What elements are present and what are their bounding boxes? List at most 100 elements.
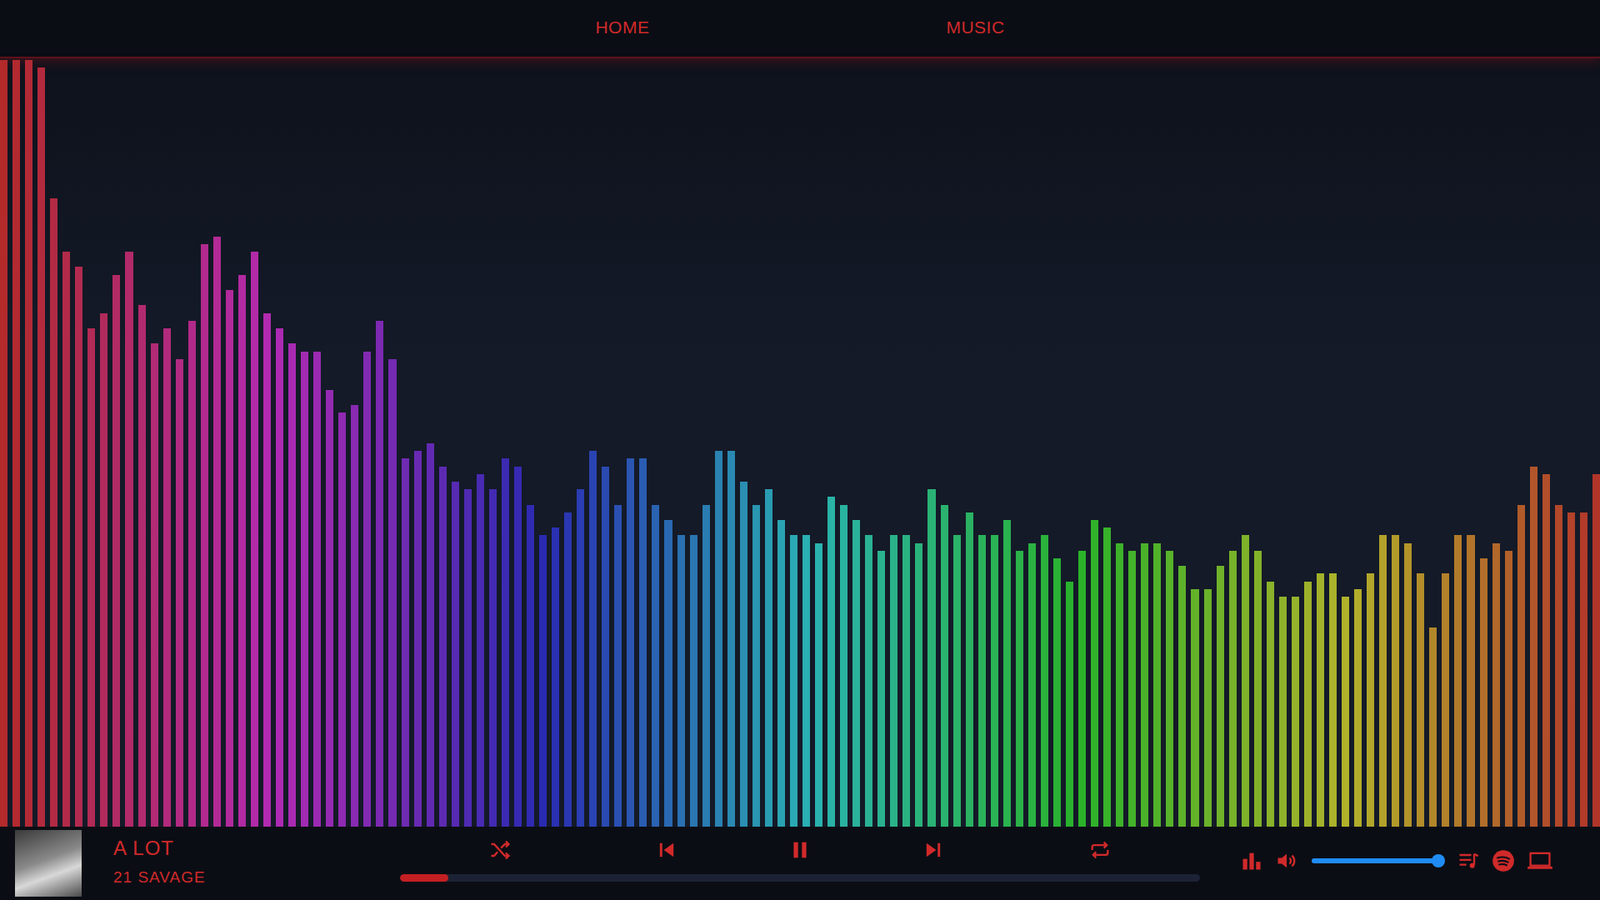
visualizer-bar (539, 535, 547, 827)
visualizer-bar (1454, 535, 1462, 827)
visualizer-bar (426, 443, 435, 827)
previous-icon[interactable] (655, 838, 679, 862)
visualizer-bar (1128, 550, 1136, 827)
visualizer-bar (752, 505, 760, 827)
visualizer-bar (1580, 512, 1588, 827)
player-extras (1200, 826, 1600, 900)
visualizer-bar (1279, 596, 1287, 827)
visualizer-bar (576, 489, 585, 827)
visualizer-bar (200, 244, 209, 827)
visualizer-bar (476, 474, 485, 827)
visualizer-bar (765, 489, 773, 827)
pause-icon[interactable] (788, 838, 812, 862)
visualizer-bar (1555, 505, 1563, 827)
spotify-icon[interactable] (1491, 849, 1515, 873)
visualizer-bar (990, 535, 999, 827)
visualizer-bar (1078, 550, 1086, 827)
visualizer-bar (125, 251, 133, 827)
progress-bar[interactable] (400, 874, 1200, 882)
visualizer-bar (1015, 550, 1024, 827)
visualizer-bar (1391, 535, 1400, 827)
visualizer-bar (1065, 581, 1074, 827)
visualizer-bar (1178, 565, 1186, 827)
queue-icon[interactable] (1456, 849, 1480, 873)
shuffle-icon[interactable] (488, 838, 512, 862)
visualizer-bar (1492, 543, 1500, 827)
visualizer-bar (965, 512, 974, 827)
visualizer-bar (213, 236, 221, 827)
visualizer-bar (1254, 550, 1262, 827)
visualizer-bar (338, 412, 346, 827)
visualizer-bar (300, 351, 309, 827)
visualizer-bar (927, 489, 935, 827)
visualizer-bar (1090, 520, 1099, 827)
visualizer-bar (464, 489, 472, 827)
visualizer-bar (1466, 535, 1475, 827)
visualizer-bar (1441, 573, 1450, 827)
progress-fill (400, 874, 449, 882)
track-title[interactable]: A LOT (113, 836, 206, 860)
visualizer-bar (815, 543, 823, 827)
visualizer-bar (1190, 589, 1199, 827)
visualizer-bar (1366, 573, 1375, 827)
visualizer (0, 58, 1600, 827)
visualizer-bar (1354, 589, 1362, 827)
visualizer-bar (601, 466, 610, 827)
visualizer-bar (12, 60, 20, 827)
album-art[interactable] (15, 830, 82, 897)
visualizer-bar (902, 535, 910, 827)
visualizer-bar (777, 520, 785, 827)
visualizer-bar (677, 535, 685, 827)
visualizer-bar (664, 520, 672, 827)
visualizer-bar (1329, 573, 1337, 827)
visualizer-bar (0, 60, 8, 827)
volume-slider[interactable] (1311, 858, 1439, 864)
visualizer-bar (1517, 505, 1525, 827)
track-artist[interactable]: 21 SAVAGE (113, 868, 206, 887)
device-icon[interactable] (1526, 849, 1554, 873)
visualizer-bar (852, 520, 860, 827)
visualizer-bar (325, 390, 334, 827)
visualizer-bar (1304, 581, 1312, 827)
repeat-icon[interactable] (1088, 838, 1112, 862)
visualizer-bar (651, 505, 660, 827)
visualizer-bar (1341, 596, 1350, 827)
nav-item[interactable]: MUSIC (939, 14, 1011, 41)
next-icon[interactable] (921, 838, 945, 862)
visualizer-bar (940, 505, 949, 827)
equalizer-icon[interactable] (1240, 849, 1264, 873)
visualizer-bar (526, 505, 535, 827)
visualizer-bar (1530, 466, 1538, 827)
visualizer-bar (87, 328, 95, 827)
visualizer-bar (802, 535, 810, 827)
visualizer-bar (639, 458, 647, 827)
visualizer-bar (1229, 550, 1237, 827)
visualizer-bar (1204, 589, 1212, 827)
visualizer-bar (614, 505, 622, 827)
control-row (400, 838, 1200, 862)
visualizer-bar (1053, 558, 1061, 827)
volume-icon[interactable] (1275, 849, 1299, 873)
visualizer-bar (150, 343, 159, 827)
visualizer-bar (877, 550, 885, 827)
nav-item[interactable]: HOME (588, 14, 656, 41)
visualizer-bar (1316, 573, 1325, 827)
top-nav: HOME MUSIC (0, 0, 1600, 59)
visualizer-bar (375, 320, 384, 827)
visualizer-bar (551, 527, 560, 827)
visualizer-bar (350, 405, 359, 827)
visualizer-bar (363, 351, 371, 827)
visualizer-bar (163, 328, 171, 827)
visualizer-bar (388, 359, 396, 827)
visualizer-bar (1140, 543, 1149, 827)
visualizer-bar (715, 450, 723, 827)
visualizer-bar (439, 466, 447, 827)
visualizer-bar (1040, 535, 1049, 827)
visualizer-bar (50, 198, 58, 827)
volume-knob[interactable] (1431, 854, 1445, 868)
visualizer-bar (1216, 565, 1225, 827)
visualizer-bar (62, 251, 70, 827)
playback-controls (400, 826, 1200, 900)
track-meta: A LOT 21 SAVAGE (113, 836, 206, 890)
visualizer-bar (288, 343, 296, 827)
